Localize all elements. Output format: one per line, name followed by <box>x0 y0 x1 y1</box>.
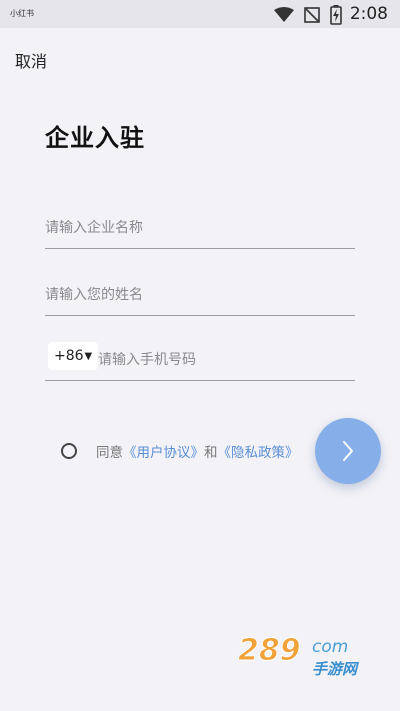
country-code-value: +86 <box>54 348 84 364</box>
agreement-conjunction: 和 <box>204 445 218 461</box>
agreement-radio[interactable] <box>61 443 77 459</box>
phone-field: +86 ▼ <box>45 340 355 381</box>
wifi-icon <box>274 7 294 22</box>
cancel-button[interactable]: 取消 <box>15 48 47 72</box>
watermark-logo: 289 com 手游网 <box>238 633 360 679</box>
status-bar: 小红书 2:08 <box>0 0 400 28</box>
page-title: 企业入驻 <box>45 124 145 152</box>
phone-input[interactable] <box>98 340 355 380</box>
status-icons <box>274 5 342 25</box>
country-code-selector[interactable]: +86 ▼ <box>48 342 99 370</box>
company-name-field <box>45 208 355 249</box>
company-name-input[interactable] <box>45 208 355 248</box>
privacy-policy-link[interactable]: 《隐私政策》 <box>218 441 299 461</box>
user-agreement-link[interactable]: 《用户协议》 <box>123 441 204 461</box>
no-signal-icon <box>304 7 320 23</box>
next-button[interactable] <box>315 418 381 484</box>
watermark-text: 手游网 <box>312 660 360 678</box>
agreement-row: 同意 《用户协议》 和 《隐私政策》 <box>61 441 299 461</box>
dropdown-arrow-icon: ▼ <box>84 350 93 362</box>
agreement-prefix: 同意 <box>96 445 123 461</box>
watermark-number: 289 <box>238 633 301 668</box>
battery-charging-icon <box>330 5 342 25</box>
contact-name-field <box>45 275 355 316</box>
chevron-right-icon <box>343 441 353 461</box>
status-app-name: 小红书 <box>10 9 34 18</box>
status-time: 2:08 <box>349 4 388 24</box>
watermark-suffix: com <box>312 637 348 657</box>
contact-name-input[interactable] <box>45 275 355 315</box>
